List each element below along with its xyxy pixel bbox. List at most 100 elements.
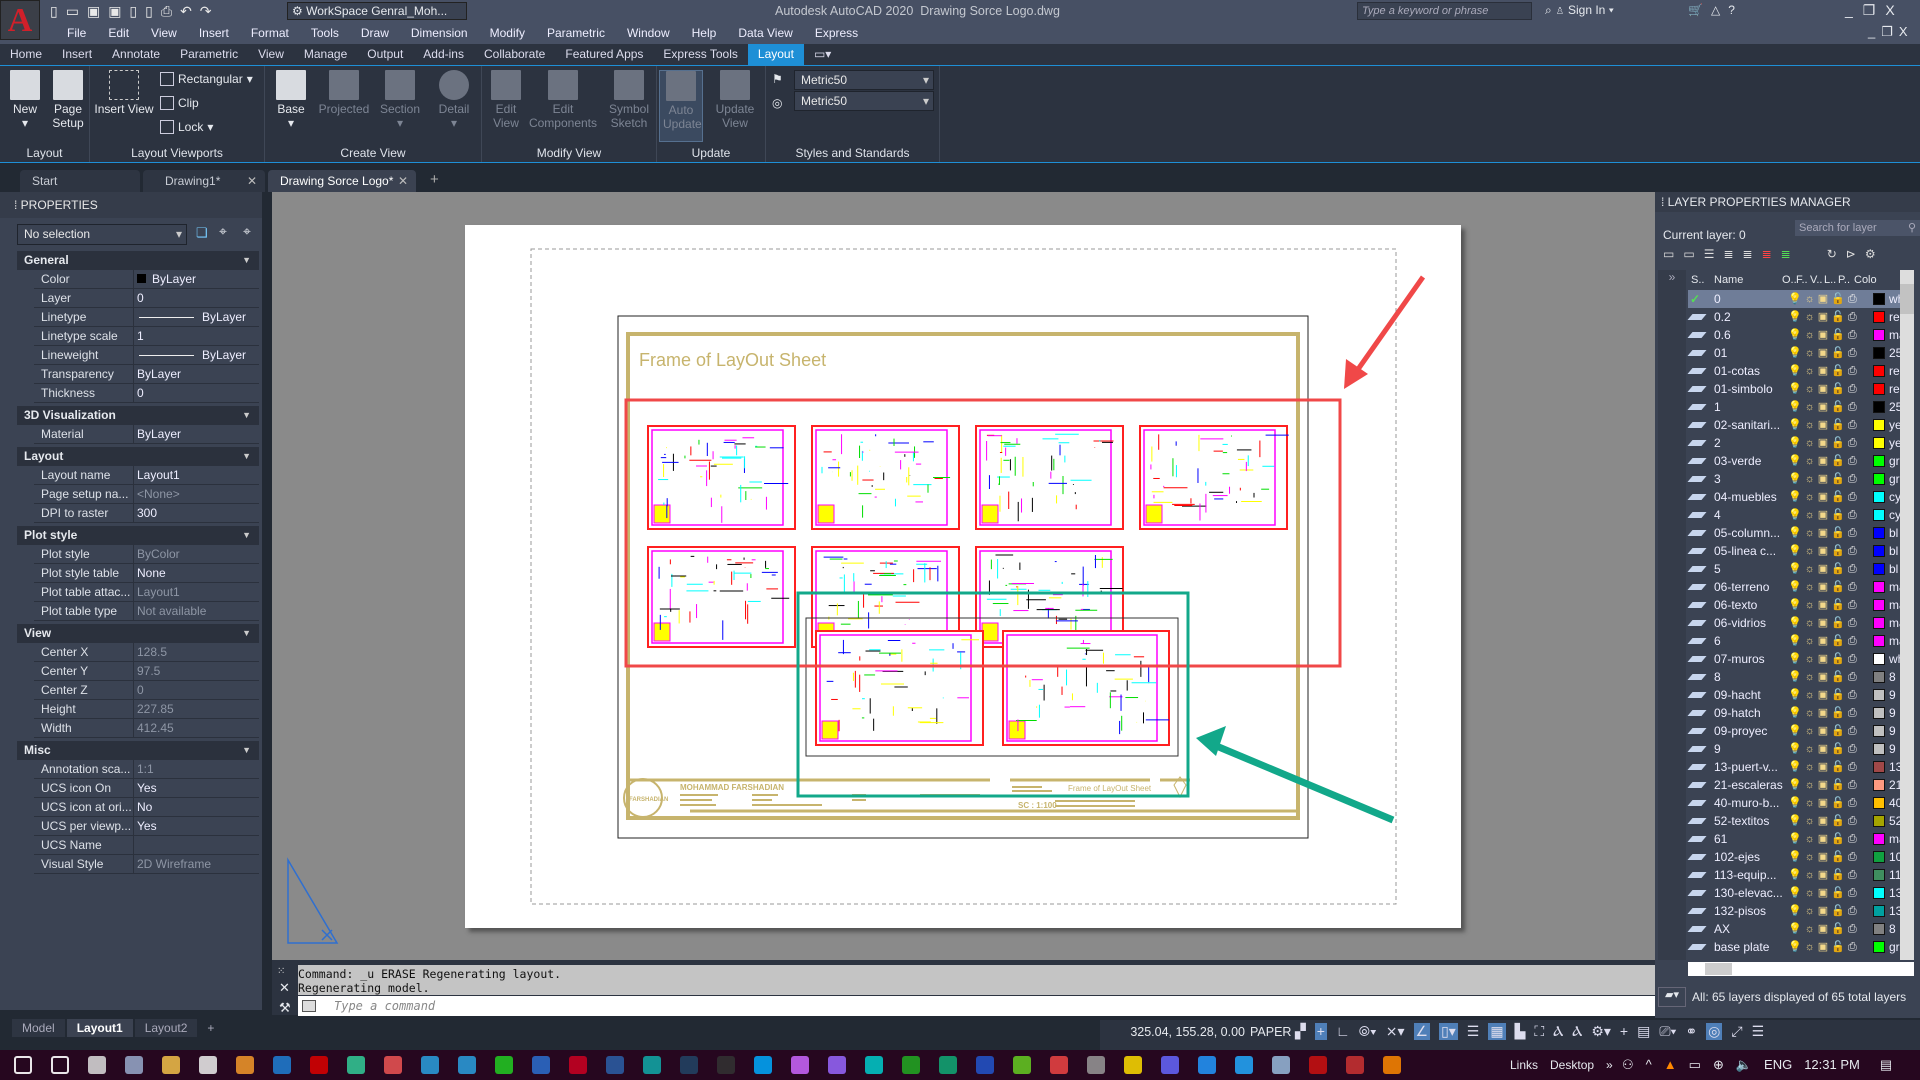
layer-search-input[interactable]: Search for layer ⚲ <box>1795 220 1920 236</box>
transparency-icon[interactable]: ▦ <box>1488 1023 1506 1040</box>
taskbar-app-icon[interactable] <box>421 1056 439 1074</box>
layer-state-icons[interactable]: 💡☼▣🔓⎙ <box>1788 488 1863 506</box>
layer-state-icons[interactable]: 💡☼▣🔓⎙ <box>1788 740 1863 758</box>
layer-row[interactable]: 40-muro-b... 💡☼▣🔓⎙ 40 <box>1687 794 1900 812</box>
thaw-sun-icon[interactable]: ☼ <box>1805 689 1818 701</box>
taskbar-app-icon[interactable] <box>310 1056 328 1074</box>
unlock-icon[interactable]: 🔓 <box>1831 815 1848 827</box>
layer-row[interactable]: 02-sanitari... 💡☼▣🔓⎙ ye <box>1687 416 1900 434</box>
layer-row[interactable]: 130-elevac... 💡☼▣🔓⎙ 13 <box>1687 884 1900 902</box>
layer-row[interactable]: 01-cotas 💡☼▣🔓⎙ re <box>1687 362 1900 380</box>
bulb-on-icon[interactable]: 💡 <box>1788 941 1805 953</box>
plot-icon[interactable]: ⎙ <box>1848 761 1860 773</box>
layer-row[interactable]: 04-muebles 💡☼▣🔓⎙ cy <box>1687 488 1900 506</box>
layer-color-swatch[interactable] <box>1873 581 1885 593</box>
taskbar-app-icon[interactable] <box>532 1056 550 1074</box>
vp-freeze-icon[interactable]: ▣ <box>1818 707 1831 719</box>
layer-state-icons[interactable]: 💡☼▣🔓⎙ <box>1788 362 1863 380</box>
layer-state-icons[interactable]: 💡☼▣🔓⎙ <box>1788 614 1863 632</box>
layer-state-icons[interactable]: 💡☼▣🔓⎙ <box>1788 686 1863 704</box>
unlock-icon[interactable]: 🔓 <box>1831 941 1848 953</box>
layer-row[interactable]: 3 💡☼▣🔓⎙ gr <box>1687 470 1900 488</box>
layer-state-icons[interactable]: 💡☼▣🔓⎙ <box>1788 776 1863 794</box>
taskbar-app-icon[interactable] <box>791 1056 809 1074</box>
thaw-sun-icon[interactable]: ☼ <box>1805 401 1818 413</box>
plot-icon[interactable]: ⎙ <box>1848 689 1860 701</box>
vp-freeze-icon[interactable]: ▣ <box>1818 743 1831 755</box>
layer-row[interactable]: 0.2 💡☼▣🔓⎙ re <box>1687 308 1900 326</box>
thaw-sun-icon[interactable]: ☼ <box>1805 905 1818 917</box>
plot-icon[interactable]: ⎙ <box>1848 707 1860 719</box>
unlock-icon[interactable]: 🔓 <box>1831 743 1848 755</box>
layer-state-icons[interactable]: 💡☼▣🔓⎙ <box>1788 524 1863 542</box>
bulb-on-icon[interactable]: 💡 <box>1788 617 1805 629</box>
layer-row[interactable]: 132-pisos 💡☼▣🔓⎙ 13 <box>1687 902 1900 920</box>
plot-icon[interactable]: ⎙ <box>1848 599 1860 611</box>
application-menu-button[interactable]: A <box>0 0 40 40</box>
unlock-icon[interactable]: 🔓 <box>1831 311 1848 323</box>
vp-freeze-icon[interactable]: ▣ <box>1818 779 1831 791</box>
layer-row[interactable]: 05-column... 💡☼▣🔓⎙ bl <box>1687 524 1900 542</box>
vp-freeze-icon[interactable]: ▣ <box>1818 815 1831 827</box>
bulb-on-icon[interactable]: 💡 <box>1788 851 1805 863</box>
bulb-on-icon[interactable]: 💡 <box>1788 527 1805 539</box>
taskbar-app-icon[interactable] <box>273 1056 291 1074</box>
taskbar-app-icon[interactable] <box>717 1056 735 1074</box>
plot-icon[interactable]: ⎙ <box>1848 347 1860 359</box>
vp-freeze-icon[interactable]: ▣ <box>1818 365 1831 377</box>
taskbar-app-icon[interactable] <box>606 1056 624 1074</box>
toolbar-overflow-icon[interactable]: » <box>1606 1058 1613 1072</box>
lock-ui-icon[interactable]: ⎚▾ <box>1659 1023 1676 1040</box>
unlock-icon[interactable]: 🔓 <box>1831 905 1848 917</box>
vp-freeze-icon[interactable]: ▣ <box>1818 833 1831 845</box>
thaw-sun-icon[interactable]: ☼ <box>1805 329 1818 341</box>
plot-icon[interactable]: ⎙ <box>1848 329 1860 341</box>
unlock-icon[interactable]: 🔓 <box>1831 617 1848 629</box>
vp-freeze-icon[interactable]: ▣ <box>1818 797 1831 809</box>
bulb-on-icon[interactable]: 💡 <box>1788 707 1805 719</box>
bulb-on-icon[interactable]: 💡 <box>1788 887 1805 899</box>
layer-color-swatch[interactable] <box>1873 905 1885 917</box>
layer-color-swatch[interactable] <box>1873 653 1885 665</box>
battery-icon[interactable]: ▭ <box>1689 1057 1701 1073</box>
layer-vertical-scrollbar[interactable] <box>1900 270 1914 960</box>
paper-space-toggle[interactable]: PAPER <box>1250 1025 1291 1039</box>
layer-row[interactable]: 06-vidrios💡☼▣🔓⎙ma <box>1687 614 1900 632</box>
plot-icon[interactable]: ⎙ <box>1848 545 1860 557</box>
layer-color-swatch[interactable] <box>1873 509 1885 521</box>
unlock-icon[interactable]: 🔓 <box>1831 563 1848 575</box>
layer-state-icons[interactable]: 💡☼▣🔓⎙ <box>1788 920 1863 938</box>
vp-freeze-icon[interactable]: ▣ <box>1818 617 1831 629</box>
vp-freeze-icon[interactable]: ▣ <box>1818 455 1831 467</box>
taskbar-app-icon[interactable] <box>643 1056 661 1074</box>
layer-states-icon[interactable]: ☰ <box>1704 247 1715 261</box>
bulb-on-icon[interactable]: 💡 <box>1788 635 1805 647</box>
col-color[interactable]: Colo <box>1854 270 1877 290</box>
layer-row[interactable]: 2 💡☼▣🔓⎙ ye <box>1687 434 1900 452</box>
bulb-on-icon[interactable]: 💡 <box>1788 743 1805 755</box>
thaw-sun-icon[interactable]: ☼ <box>1805 347 1818 359</box>
layer-row[interactable]: 6💡☼▣🔓⎙ma <box>1687 632 1900 650</box>
vp-freeze-icon[interactable]: ▣ <box>1818 545 1831 557</box>
thaw-sun-icon[interactable]: ☼ <box>1805 833 1818 845</box>
new-group-filter-icon[interactable]: ▭ <box>1683 247 1694 261</box>
layer-color-swatch[interactable] <box>1873 671 1885 683</box>
thaw-sun-icon[interactable]: ☼ <box>1805 455 1818 467</box>
vp-freeze-icon[interactable]: ▣ <box>1818 527 1831 539</box>
layer-color-swatch[interactable] <box>1873 419 1885 431</box>
layer-color-swatch[interactable] <box>1873 599 1885 611</box>
unlock-icon[interactable]: 🔓 <box>1831 329 1848 341</box>
layer-filter-icon[interactable]: ▰▾ <box>1658 987 1686 1007</box>
vp-freeze-icon[interactable]: ▣ <box>1818 869 1831 881</box>
taskbar-app-icon[interactable] <box>88 1056 106 1074</box>
layer-color-swatch[interactable] <box>1873 725 1885 737</box>
layer-state-icons[interactable]: 💡☼▣🔓⎙ <box>1788 308 1863 326</box>
plot-icon[interactable]: ⎙ <box>1848 473 1860 485</box>
add-layout-button[interactable]: + <box>199 1019 222 1037</box>
dynamic-input-icon[interactable]: ▯▾ <box>1439 1023 1458 1040</box>
thaw-sun-icon[interactable]: ☼ <box>1805 293 1818 305</box>
taskbar-app-icon[interactable] <box>1272 1056 1290 1074</box>
bulb-on-icon[interactable]: 💡 <box>1788 545 1805 557</box>
thaw-sun-icon[interactable]: ☼ <box>1805 707 1818 719</box>
layer-color-swatch[interactable] <box>1873 563 1885 575</box>
